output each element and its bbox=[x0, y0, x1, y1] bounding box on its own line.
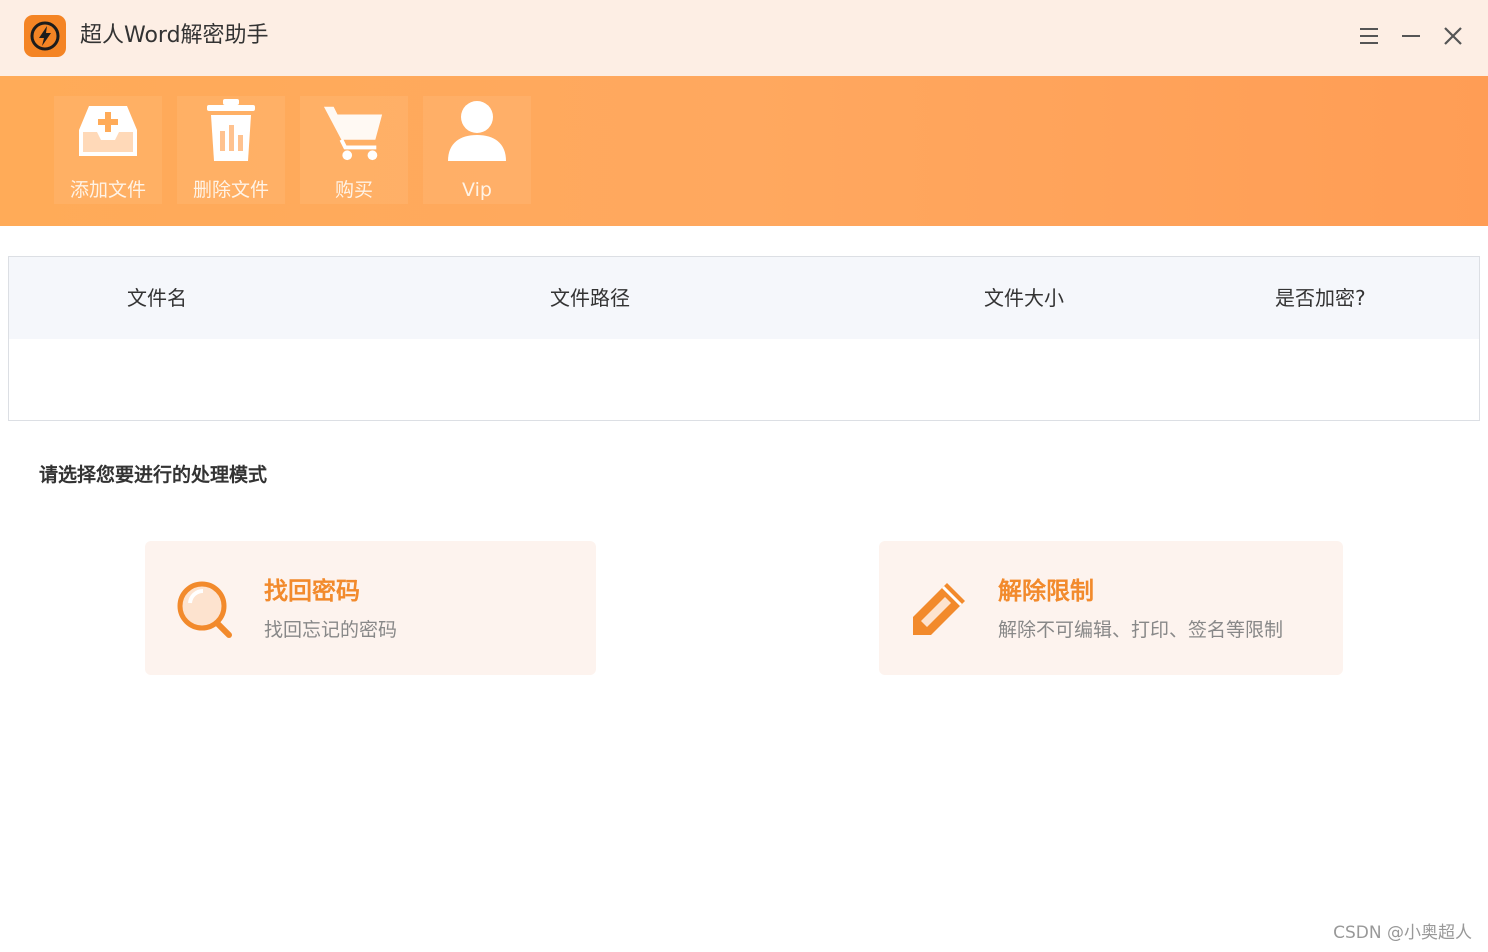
magnifier-icon bbox=[173, 577, 237, 641]
table-header: 文件名 文件路径 文件大小 是否加密? bbox=[9, 257, 1479, 339]
buy-label: 购买 bbox=[334, 179, 373, 201]
vip-label: Vip bbox=[462, 179, 492, 201]
remove-restrictions-title: 解除限制 bbox=[998, 577, 1094, 605]
app-logo-icon bbox=[24, 15, 66, 57]
app-title: 超人Word解密助手 bbox=[80, 23, 269, 48]
recover-password-card[interactable]: 找回密码 找回忘记的密码 bbox=[145, 541, 596, 675]
title-bar: 超人Word解密助手 bbox=[0, 0, 1488, 76]
trash-icon bbox=[199, 98, 263, 164]
close-icon[interactable] bbox=[1437, 20, 1469, 52]
remove-restrictions-description: 解除不可编辑、打印、签名等限制 bbox=[998, 619, 1284, 641]
delete-file-label: 删除文件 bbox=[192, 179, 269, 201]
recover-password-description: 找回忘记的密码 bbox=[264, 619, 398, 641]
delete-file-button[interactable]: 删除文件 bbox=[177, 96, 285, 204]
user-icon bbox=[445, 98, 509, 164]
pencil-icon bbox=[907, 577, 971, 641]
vip-button[interactable]: Vip bbox=[423, 96, 531, 204]
buy-button[interactable]: 购买 bbox=[300, 96, 408, 204]
add-file-button[interactable]: 添加文件 bbox=[54, 96, 162, 204]
add-file-label: 添加文件 bbox=[69, 179, 146, 201]
shopping-cart-icon bbox=[322, 98, 386, 164]
mode-prompt: 请选择您要进行的处理模式 bbox=[39, 464, 268, 486]
minimize-icon[interactable] bbox=[1395, 20, 1427, 52]
column-header-encrypted[interactable]: 是否加密? bbox=[1275, 285, 1366, 311]
toolbar: 添加文件 删除文件 购买 Vip bbox=[0, 76, 1488, 226]
inbox-add-icon bbox=[76, 98, 140, 164]
column-header-filename[interactable]: 文件名 bbox=[127, 285, 187, 311]
column-header-filesize[interactable]: 文件大小 bbox=[984, 285, 1064, 311]
remove-restrictions-card[interactable]: 解除限制 解除不可编辑、打印、签名等限制 bbox=[879, 541, 1343, 675]
table-body bbox=[9, 339, 1479, 420]
watermark: CSDN @小奥超人 bbox=[1333, 923, 1472, 943]
file-table: 文件名 文件路径 文件大小 是否加密? bbox=[8, 256, 1480, 421]
hamburger-menu-icon[interactable] bbox=[1353, 20, 1385, 52]
recover-password-title: 找回密码 bbox=[264, 577, 360, 605]
column-header-filepath[interactable]: 文件路径 bbox=[550, 285, 630, 311]
